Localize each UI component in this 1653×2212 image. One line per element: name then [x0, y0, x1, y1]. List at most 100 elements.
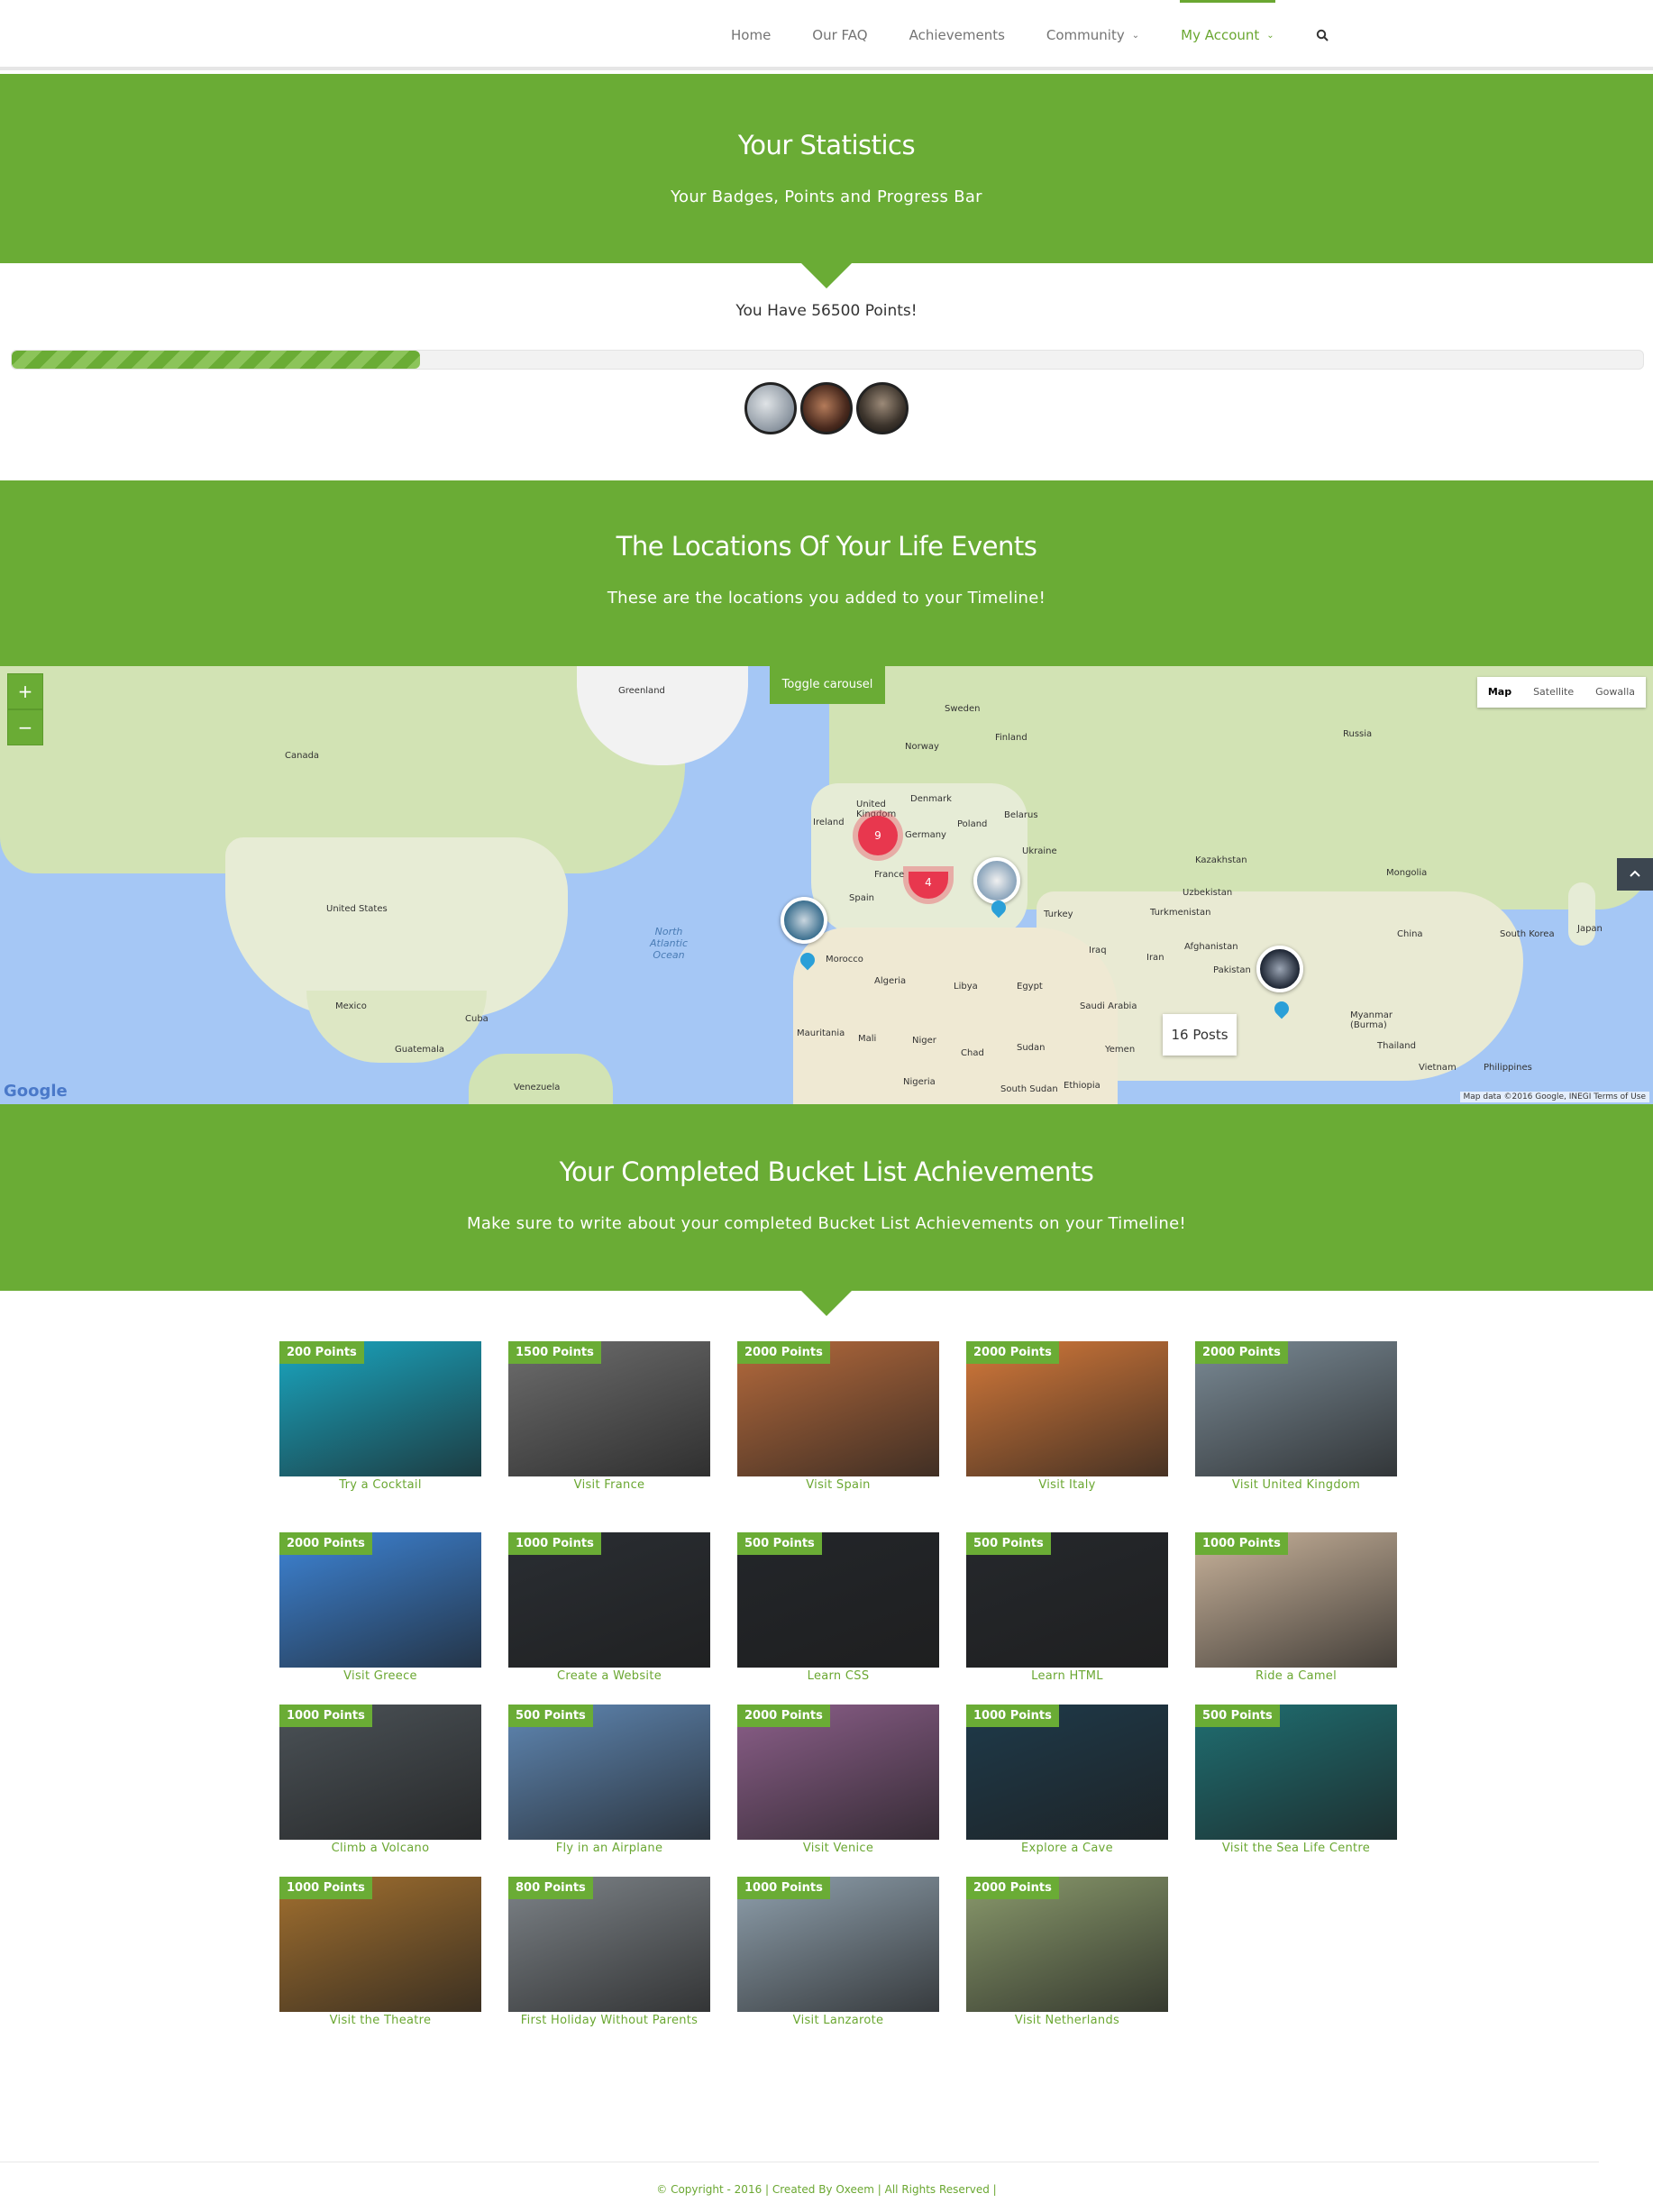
- locations-banner: The Locations Of Your Life Events These …: [0, 480, 1653, 666]
- achievement-caption[interactable]: Visit Venice: [737, 1842, 939, 1855]
- location-photo-marker[interactable]: [1256, 946, 1303, 992]
- chevron-down-icon: ⌄: [1266, 30, 1274, 41]
- location-photo-marker[interactable]: [973, 857, 1020, 904]
- footer-copyright: © Copyright - 2016 | Created By Oxeem | …: [656, 2183, 997, 2196]
- map-label-mongolia: Mongolia: [1386, 868, 1428, 878]
- achievement-caption[interactable]: Visit Spain: [737, 1478, 939, 1492]
- badge-2[interactable]: [800, 382, 853, 434]
- achievement-caption[interactable]: First Holiday Without Parents: [508, 2014, 710, 2027]
- achievement-card[interactable]: 2000 Points Visit Netherlands: [966, 1877, 1168, 2027]
- nav-community[interactable]: Community ⌄: [1026, 0, 1160, 70]
- achievement-points-badge: 1000 Points: [508, 1532, 601, 1555]
- achievement-image: 1000 Points: [279, 1877, 481, 2012]
- google-logo: Google: [4, 1082, 68, 1101]
- achievement-card[interactable]: 500 Points Learn HTML: [966, 1532, 1168, 1683]
- achievement-image: 2000 Points: [966, 1877, 1168, 2012]
- badge-3[interactable]: [856, 382, 909, 434]
- achievement-image: 200 Points: [279, 1341, 481, 1476]
- achievement-card[interactable]: 1000 Points Ride a Camel: [1195, 1532, 1397, 1683]
- map-label-mauritania: Mauritania: [797, 1028, 845, 1038]
- achievement-caption[interactable]: Visit Italy: [966, 1478, 1168, 1492]
- achievement-caption[interactable]: Explore a Cave: [966, 1842, 1168, 1855]
- life-events-map[interactable]: Greenland Canada United States Mexico Cu…: [0, 666, 1653, 1104]
- achievement-card[interactable]: 500 Points Visit the Sea Life Centre: [1195, 1705, 1397, 1855]
- achievement-image: 1000 Points: [966, 1705, 1168, 1840]
- zoom-in-button[interactable]: +: [7, 673, 43, 709]
- map-label-north-atlantic: North Atlantic Ocean: [649, 926, 689, 961]
- achievement-card[interactable]: 2000 Points Visit United Kingdom: [1195, 1341, 1397, 1492]
- achievement-card[interactable]: 500 Points Learn CSS: [737, 1532, 939, 1683]
- achievement-caption[interactable]: Visit Lanzarote: [737, 2014, 939, 2027]
- badge-1[interactable]: [744, 382, 797, 434]
- chevron-up-icon: [1630, 870, 1640, 877]
- map-label-norway: Norway: [905, 742, 939, 752]
- achievement-card[interactable]: 1000 Points Visit the Theatre: [279, 1877, 481, 2027]
- achievement-caption[interactable]: Visit the Theatre: [279, 2014, 481, 2027]
- toggle-carousel-button[interactable]: Toggle carousel: [770, 666, 885, 704]
- map-type-map[interactable]: Map: [1477, 677, 1522, 708]
- achievement-image: 500 Points: [737, 1532, 939, 1668]
- achievement-caption[interactable]: Ride a Camel: [1195, 1669, 1397, 1683]
- posts-popup[interactable]: 16 Posts: [1163, 1014, 1237, 1056]
- scroll-to-top-button[interactable]: [1617, 858, 1653, 891]
- map-type-satellite[interactable]: Satellite: [1522, 677, 1585, 708]
- marker-cluster[interactable]: 9: [858, 816, 898, 855]
- achievement-points-badge: 1000 Points: [1195, 1532, 1288, 1555]
- achievement-caption[interactable]: Visit the Sea Life Centre: [1195, 1842, 1397, 1855]
- south-america-landmass: [469, 1054, 613, 1104]
- achievement-card[interactable]: 500 Points Fly in an Airplane: [508, 1705, 710, 1855]
- nav-my-account[interactable]: My Account ⌄: [1160, 0, 1295, 70]
- map-label-kazakhstan: Kazakhstan: [1195, 855, 1247, 865]
- zoom-out-button[interactable]: −: [7, 709, 43, 745]
- achievement-caption[interactable]: Create a Website: [508, 1669, 710, 1683]
- achievement-card[interactable]: 800 Points First Holiday Without Parents: [508, 1877, 710, 2027]
- search-button[interactable]: [1295, 0, 1349, 70]
- achievement-card[interactable]: 1000 Points Visit Lanzarote: [737, 1877, 939, 2027]
- section-notch: [801, 263, 852, 288]
- achievement-card[interactable]: 2000 Points Visit Spain: [737, 1341, 939, 1492]
- map-label-cuba: Cuba: [465, 1014, 489, 1024]
- achievement-caption[interactable]: Visit United Kingdom: [1195, 1478, 1397, 1492]
- map-attribution[interactable]: Map data ©2016 Google, INEGI Terms of Us…: [1459, 1092, 1649, 1102]
- map-label-greenland: Greenland: [618, 686, 665, 696]
- achievement-caption[interactable]: Visit Netherlands: [966, 2014, 1168, 2027]
- map-label-belarus: Belarus: [1004, 810, 1038, 820]
- achievement-points-badge: 2000 Points: [966, 1341, 1059, 1364]
- locations-title: The Locations Of Your Life Events: [616, 531, 1037, 562]
- map-type-gowalla[interactable]: Gowalla: [1585, 677, 1646, 708]
- map-label-nigeria: Nigeria: [903, 1077, 936, 1087]
- nav-home[interactable]: Home: [710, 0, 791, 70]
- map-label-chad: Chad: [961, 1048, 984, 1058]
- achievement-points-badge: 800 Points: [508, 1877, 593, 1899]
- achievement-card[interactable]: 1000 Points Climb a Volcano: [279, 1705, 481, 1855]
- nav-faq[interactable]: Our FAQ: [791, 0, 888, 70]
- achievement-card[interactable]: 200 Points Try a Cocktail: [279, 1341, 481, 1492]
- map-label-russia: Russia: [1343, 729, 1373, 739]
- achievement-caption[interactable]: Fly in an Airplane: [508, 1842, 710, 1855]
- locations-subtitle: These are the locations you added to you…: [607, 589, 1046, 608]
- achievement-card[interactable]: 1500 Points Visit France: [508, 1341, 710, 1492]
- achievement-caption[interactable]: Learn CSS: [737, 1669, 939, 1683]
- achievement-caption[interactable]: Climb a Volcano: [279, 1842, 481, 1855]
- achievement-card[interactable]: 2000 Points Visit Italy: [966, 1341, 1168, 1492]
- location-photo-marker[interactable]: [781, 897, 827, 944]
- achievement-card[interactable]: 1000 Points Explore a Cave: [966, 1705, 1168, 1855]
- achievement-points-badge: 500 Points: [1195, 1705, 1280, 1727]
- achievement-caption[interactable]: Try a Cocktail: [279, 1478, 481, 1492]
- achievement-image: 2000 Points: [737, 1341, 939, 1476]
- map-label-pakistan: Pakistan: [1213, 965, 1251, 975]
- achievement-card[interactable]: 2000 Points Visit Venice: [737, 1705, 939, 1855]
- achievement-caption[interactable]: Learn HTML: [966, 1669, 1168, 1683]
- map-label-sudan: Sudan: [1017, 1043, 1046, 1053]
- achievement-points-badge: 1500 Points: [508, 1341, 601, 1364]
- nav-achievements[interactable]: Achievements: [889, 0, 1026, 70]
- achievement-card[interactable]: 1000 Points Create a Website: [508, 1532, 710, 1683]
- achievement-image: 500 Points: [966, 1532, 1168, 1668]
- page: Home Our FAQ Achievements Community ⌄ My …: [0, 0, 1653, 2212]
- map-label-iran: Iran: [1146, 953, 1164, 963]
- achievement-card[interactable]: 2000 Points Visit Greece: [279, 1532, 481, 1683]
- achievement-caption[interactable]: Visit Greece: [279, 1669, 481, 1683]
- achievement-points-badge: 1000 Points: [279, 1877, 372, 1899]
- achievement-caption[interactable]: Visit France: [508, 1478, 710, 1492]
- section-notch: [801, 1291, 852, 1316]
